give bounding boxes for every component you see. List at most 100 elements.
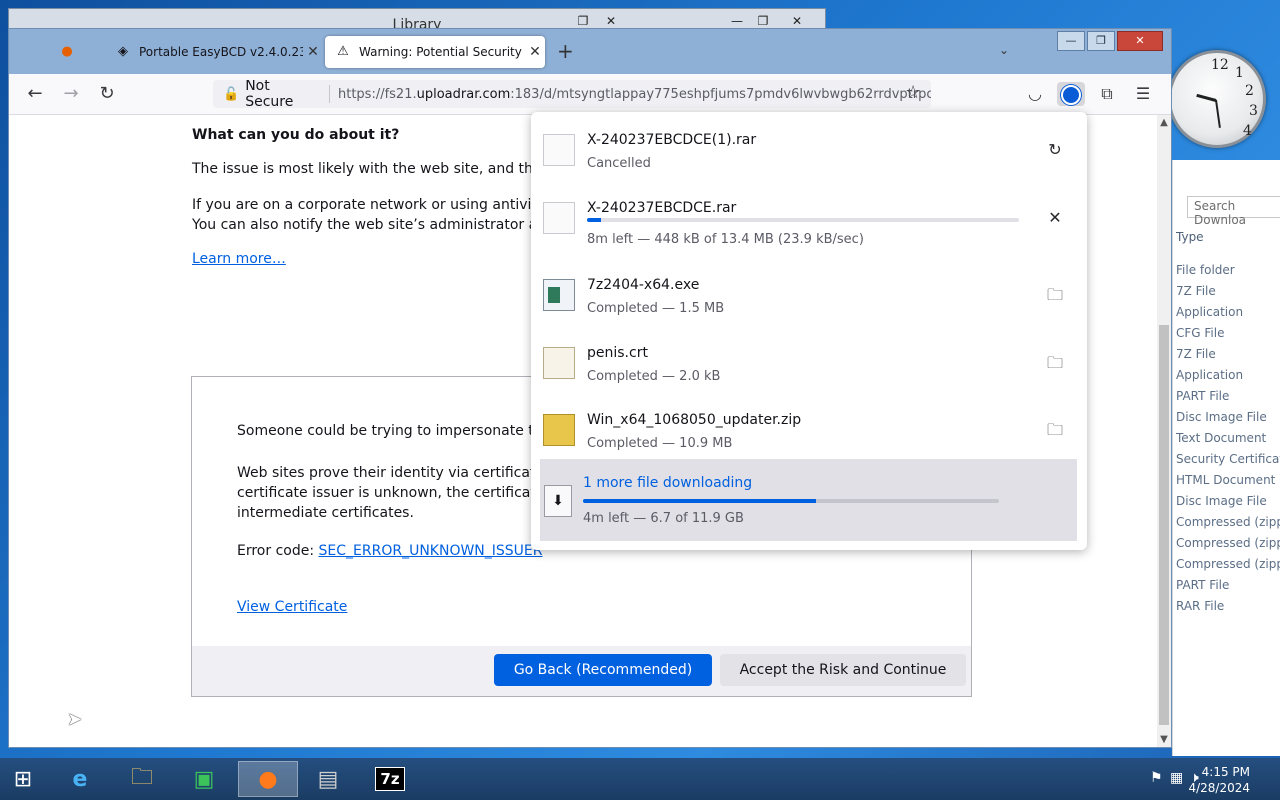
warning-icon: ⚠ xyxy=(337,44,349,59)
file-type-cell[interactable]: Security Certificate xyxy=(1176,449,1280,470)
forward-button[interactable]: → xyxy=(59,82,83,106)
file-type-cell[interactable]: Disc Image File xyxy=(1176,407,1280,428)
maximize-button[interactable]: ❐ xyxy=(1087,31,1115,51)
taskbar: ⊞ e 🗀 ▣ ● ▤ 7z ⚑ ▦ 🕨 4:15 PM 4/28/2024 xyxy=(0,758,1280,800)
view-certificate-link[interactable]: View Certificate xyxy=(237,599,347,615)
download-status: Completed — 2.0 kB xyxy=(587,369,721,384)
download-item[interactable]: Win_x64_1068050_updater.zip Completed — … xyxy=(531,396,1087,462)
file-explorer-window[interactable]: Search Downloa Type File folder 7Z File Ap… xyxy=(1172,160,1280,756)
download-item[interactable]: penis.crt Completed — 2.0 kB 🗀 xyxy=(531,329,1087,395)
retry-icon[interactable]: ↻ xyxy=(1043,138,1067,162)
cancel-icon[interactable]: ✕ xyxy=(1043,206,1067,230)
explanation-line: certificate issuer is unknown, the certi… xyxy=(237,485,561,501)
file-type-cell[interactable]: Compressed (zipp... xyxy=(1176,533,1280,554)
taskbar-7zip[interactable]: 7z xyxy=(360,761,420,797)
file-type-cell[interactable]: Disc Image File xyxy=(1176,491,1280,512)
page-scrollbar[interactable]: ▲ ▼ xyxy=(1157,115,1171,747)
file-type-cell[interactable]: File folder xyxy=(1176,260,1280,281)
more-downloads-row[interactable]: ⬇ 1 more file downloading 4m left — 6.7 … xyxy=(540,459,1077,541)
clock[interactable]: 4:15 PM 4/28/2024 xyxy=(1188,764,1250,796)
network-icon[interactable]: ▦ xyxy=(1170,770,1183,786)
library-restore-icon[interactable]: ❐ xyxy=(571,14,595,28)
go-back-button[interactable]: Go Back (Recommended) xyxy=(494,654,712,686)
accept-risk-button[interactable]: Accept the Risk and Continue xyxy=(720,654,966,686)
close-button[interactable]: ✕ xyxy=(1117,31,1163,51)
file-type-cell[interactable]: Compressed (zipp... xyxy=(1176,512,1280,533)
download-item[interactable]: X-240237EBCDCE.rar 8m left — 448 kB of 1… xyxy=(531,184,1087,250)
scroll-down-icon[interactable]: ▼ xyxy=(1157,734,1171,745)
library-maximize-button[interactable]: ❐ xyxy=(751,14,775,28)
file-type-cell[interactable]: Text Document xyxy=(1176,428,1280,449)
clock-numeral: 1 xyxy=(1235,65,1244,81)
system-tray: ⚑ ▦ 🕨 4:15 PM 4/28/2024 xyxy=(1110,758,1280,800)
more-downloads-label[interactable]: 1 more file downloading xyxy=(583,475,752,491)
reload-button[interactable]: ↻ xyxy=(95,82,119,106)
file-type-cell[interactable]: Application xyxy=(1176,365,1280,386)
firefox-icon: ● xyxy=(61,44,73,59)
file-type-cell[interactable]: 7Z File xyxy=(1176,281,1280,302)
taskbar-store[interactable]: ▣ xyxy=(174,761,234,797)
download-status: Completed — 1.5 MB xyxy=(587,301,725,316)
address-bar[interactable]: 🔓 Not Secure https://fs21.uploadrar.com:… xyxy=(213,80,931,108)
minimize-button[interactable]: — xyxy=(1057,31,1085,51)
insecure-lock-icon[interactable]: 🔓 xyxy=(223,87,239,102)
taskbar-internet-explorer[interactable]: e xyxy=(50,761,110,797)
file-type-cell[interactable]: Compressed (zipp... xyxy=(1176,554,1280,575)
download-filename: X-240237EBCDCE(1).rar xyxy=(587,132,757,148)
file-type-cell[interactable]: RAR File xyxy=(1176,596,1280,617)
download-item[interactable]: X-240237EBCDCE(1).rar Cancelled ↻ xyxy=(531,116,1087,182)
folder-icon[interactable]: 🗀 xyxy=(1043,283,1067,307)
file-type-cell[interactable]: CFG File xyxy=(1176,323,1280,344)
navigation-toolbar: ← → ↻ 🔓 Not Secure https://fs21.uploadra… xyxy=(9,74,1171,115)
folder-icon[interactable]: 🗀 xyxy=(1043,418,1067,442)
downloads-button[interactable] xyxy=(1057,82,1085,106)
taskbar-installer[interactable]: ▤ xyxy=(298,761,358,797)
easybcd-icon: ◈ xyxy=(118,44,128,59)
scroll-up-icon[interactable]: ▲ xyxy=(1157,117,1171,128)
clock-hour-hand xyxy=(1196,93,1217,102)
extensions-puzzle-icon[interactable]: ⧉ xyxy=(1093,82,1121,106)
tab-strip: ● ◈ Portable EasyBCD v2.4.0.237 Co ✕ ⚠ W… xyxy=(9,29,1171,74)
clock-gadget[interactable]: 12 1 2 3 4 xyxy=(1168,50,1266,148)
tab-firefox[interactable]: ● xyxy=(49,36,105,68)
file-type-cell[interactable]: 7Z File xyxy=(1176,344,1280,365)
library-close-icon[interactable]: ✕ xyxy=(599,14,623,28)
pocket-icon[interactable]: ◡ xyxy=(1021,82,1049,106)
url-prefix: https://fs21. xyxy=(337,86,417,102)
error-code-link[interactable]: SEC_ERROR_UNKNOWN_ISSUER xyxy=(319,543,543,559)
tab-close-icon[interactable]: ✕ xyxy=(303,36,323,68)
folder-icon[interactable]: 🗀 xyxy=(1043,351,1067,375)
tab-easybcd[interactable]: ◈ Portable EasyBCD v2.4.0.237 Co ✕ xyxy=(105,36,323,68)
clock-numeral: 12 xyxy=(1211,57,1229,73)
new-tab-button[interactable]: + xyxy=(557,41,574,61)
start-button[interactable]: ⊞ xyxy=(0,761,46,797)
zip-file-icon xyxy=(543,414,575,446)
taskbar-file-explorer[interactable]: 🗀 xyxy=(112,761,172,797)
app-menu-icon[interactable]: ☰ xyxy=(1129,82,1157,106)
tab-list-chevron-icon[interactable]: ⌄ xyxy=(999,43,1009,57)
file-type-cell[interactable]: PART File xyxy=(1176,575,1280,596)
not-secure-label[interactable]: Not Secure xyxy=(245,80,321,108)
download-item[interactable]: 7z2404-x64.exe Completed — 1.5 MB 🗀 xyxy=(531,261,1087,327)
downloads-progress-icon xyxy=(1061,84,1081,105)
explorer-search-input[interactable]: Search Downloa xyxy=(1187,196,1280,227)
tab-security-warning[interactable]: ⚠ Warning: Potential Security Risk ✕ xyxy=(325,36,545,68)
url-text[interactable]: https://fs21.uploadrar.com:183/d/mtsyngt… xyxy=(338,87,931,102)
learn-more-link[interactable]: Learn more… xyxy=(192,251,286,267)
file-type-cell[interactable]: Application xyxy=(1176,302,1280,323)
download-progress-fill xyxy=(587,218,602,222)
file-type-cell[interactable]: HTML Document xyxy=(1176,470,1280,491)
url-domain: uploadrar.com xyxy=(416,86,511,102)
back-button[interactable]: ← xyxy=(23,82,47,106)
scrollbar-thumb[interactable] xyxy=(1159,325,1169,725)
taskbar-firefox[interactable]: ● xyxy=(238,761,298,797)
download-filename: Win_x64_1068050_updater.zip xyxy=(587,412,802,428)
tab-close-icon[interactable]: ✕ xyxy=(525,36,545,68)
library-close-button[interactable]: ✕ xyxy=(785,14,809,28)
bookmark-star-icon[interactable]: ☆ xyxy=(905,82,921,103)
library-minimize-button[interactable]: — xyxy=(725,14,749,28)
file-type-cell[interactable]: PART File xyxy=(1176,386,1280,407)
clock-numeral: 3 xyxy=(1249,103,1258,119)
type-column-header[interactable]: Type xyxy=(1176,230,1204,244)
action-center-flag-icon[interactable]: ⚑ xyxy=(1150,770,1163,786)
